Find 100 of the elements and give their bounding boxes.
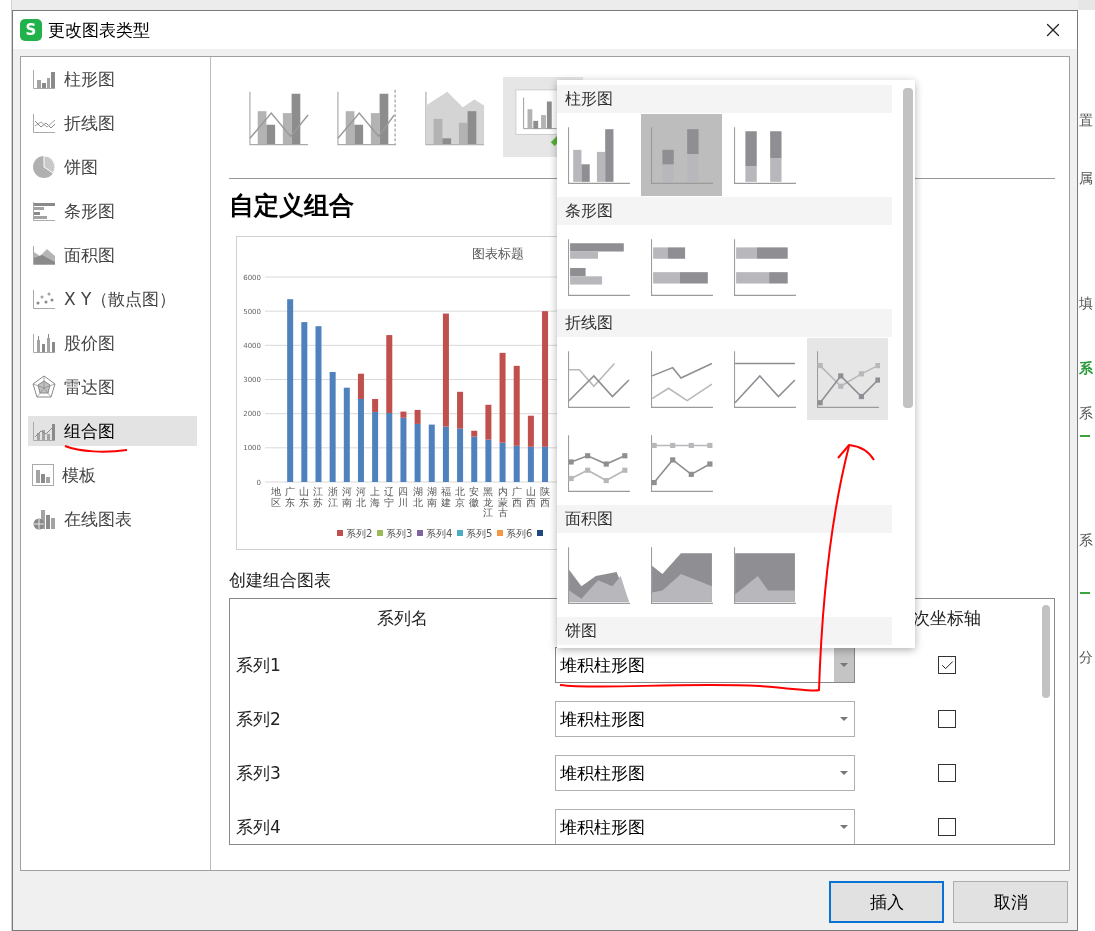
chart-type-select[interactable]: 堆积柱形图	[555, 701, 855, 737]
area-chart-icon	[566, 545, 631, 605]
bar-chart-icon	[566, 237, 631, 297]
line-chart-icon	[732, 349, 797, 409]
background-text: 属	[1078, 169, 1094, 188]
window-title: 更改图表类型	[48, 18, 151, 42]
line-chart-icon	[566, 349, 631, 409]
sidebar-item[interactable]: 折线图	[28, 108, 197, 138]
series-name: 系列4	[235, 815, 282, 839]
sidebar-item[interactable]: 模板	[28, 460, 197, 490]
line-chart-icon	[649, 349, 714, 409]
sidebar-item[interactable]: 条形图	[28, 196, 197, 226]
sidebar-item[interactable]: 面积图	[28, 240, 197, 270]
caret-icon	[840, 717, 848, 721]
marker-line-chart-icon	[815, 349, 880, 409]
sidebar-item-label: 条形图	[64, 199, 115, 223]
dialog-button[interactable]: 取消	[953, 881, 1068, 923]
category-label: 福建	[440, 486, 451, 508]
category-label: 黑龙江	[483, 486, 494, 518]
sidebar-item-label: 柱形图	[64, 67, 115, 91]
category-label: 内蒙古	[497, 486, 508, 518]
sidebar-item[interactable]: 组合图	[28, 416, 197, 446]
stacked-bar-chart-icon	[649, 237, 714, 297]
sidebar-item[interactable]: 雷达图	[28, 372, 197, 402]
category-label: 辽宁	[384, 486, 395, 508]
radar-chart-icon	[32, 375, 56, 399]
menu-option[interactable]	[641, 114, 722, 196]
menu-section-header: 条形图	[557, 197, 892, 225]
bar	[428, 424, 435, 482]
sidebar-item-label: 股价图	[64, 331, 115, 355]
sidebar-item-label: 在线图表	[64, 507, 132, 531]
combo-title: 创建组合图表	[229, 569, 332, 592]
legend-label: 系列3	[386, 528, 413, 539]
select-value: 堆积柱形图	[559, 815, 646, 839]
sidebar-item-label: 雷达图	[64, 375, 115, 399]
column-header: 系列名	[376, 607, 429, 630]
category-label: 湖南	[426, 486, 437, 508]
category-label: 江苏	[313, 486, 324, 508]
stacked-column-chart-icon	[732, 125, 797, 185]
column-chart-icon	[566, 125, 631, 185]
column-chart-icon	[32, 68, 56, 90]
sidebar-item-label: 折线图	[64, 111, 115, 135]
legend-label: 系列4	[426, 528, 453, 539]
scrollbar-thumb[interactable]	[903, 88, 913, 408]
chart-title: 图表标题	[472, 246, 524, 261]
legend-label: 系列5	[466, 528, 493, 539]
series-name: 系列3	[235, 761, 282, 785]
menu-section-header: 饼图	[557, 617, 892, 645]
category-label: 山东	[299, 486, 310, 508]
category-label: 河北	[355, 486, 366, 508]
marker-line-chart-icon	[566, 433, 631, 493]
dialog-button[interactable]: 插入	[829, 881, 944, 923]
chart-type-select[interactable]: 堆积柱形图	[555, 647, 855, 683]
sidebar-item[interactable]: 股价图	[28, 328, 197, 358]
legend-label: 系列6	[506, 528, 533, 539]
category-label: 北京	[455, 486, 466, 508]
background-text: 填	[1078, 294, 1094, 313]
template-chart-icon	[32, 464, 54, 486]
section-title: 自定义组合	[229, 191, 354, 221]
sidebar-item-label: 面积图	[64, 243, 115, 267]
category-label: 河南	[341, 486, 352, 508]
category-label: 浙江	[327, 486, 338, 508]
bar-chart-icon	[32, 200, 56, 222]
secondary-axis-checkbox[interactable]	[938, 710, 956, 728]
scrollbar-thumb[interactable]	[1042, 605, 1050, 698]
area-chart-icon	[649, 545, 714, 605]
underline-mark	[64, 445, 128, 453]
legend-label: 系列2	[346, 528, 373, 539]
menu-section-header: 柱形图	[557, 85, 892, 113]
menu-section-header: 折线图	[557, 309, 892, 337]
sidebar-item-label: 模板	[62, 463, 96, 487]
sidebar-item[interactable]: 柱形图	[28, 64, 197, 94]
chart-type-select[interactable]: 堆积柱形图	[555, 809, 855, 844]
chart-type-select[interactable]: 堆积柱形图	[555, 755, 855, 791]
stock-chart-icon	[32, 332, 56, 354]
online-chart-icon	[32, 508, 56, 530]
category-label: 湖北	[412, 486, 423, 508]
series-name: 系列2	[235, 707, 282, 731]
menu-option[interactable]	[807, 338, 888, 420]
menu-section-header: 面积图	[557, 505, 892, 533]
secondary-axis-checkbox[interactable]	[938, 818, 956, 836]
background-text: 置	[1078, 111, 1094, 130]
category-label: 四川	[398, 486, 409, 508]
sidebar-item[interactable]: 饼图	[28, 152, 197, 182]
stacked-bar-chart-icon	[732, 237, 797, 297]
sidebar-item[interactable]: 在线图表	[28, 504, 197, 534]
category-label: 山西	[525, 486, 536, 508]
series-name: 系列1	[235, 653, 282, 677]
secondary-axis-checkbox[interactable]	[938, 764, 956, 782]
stacked-column-chart-icon	[649, 125, 714, 185]
background-text: 分	[1078, 648, 1094, 667]
area-chart-icon	[732, 545, 797, 605]
background-text: 系	[1078, 531, 1094, 550]
pie-chart-icon	[32, 155, 56, 179]
category-label: 广西	[511, 486, 522, 508]
secondary-axis-checkbox[interactable]	[938, 656, 956, 674]
sidebar-item[interactable]: X Y（散点图）	[28, 284, 197, 314]
scatter-chart-icon	[32, 288, 56, 310]
background-text: 系	[1078, 404, 1094, 423]
category-label: 地区	[271, 486, 281, 508]
